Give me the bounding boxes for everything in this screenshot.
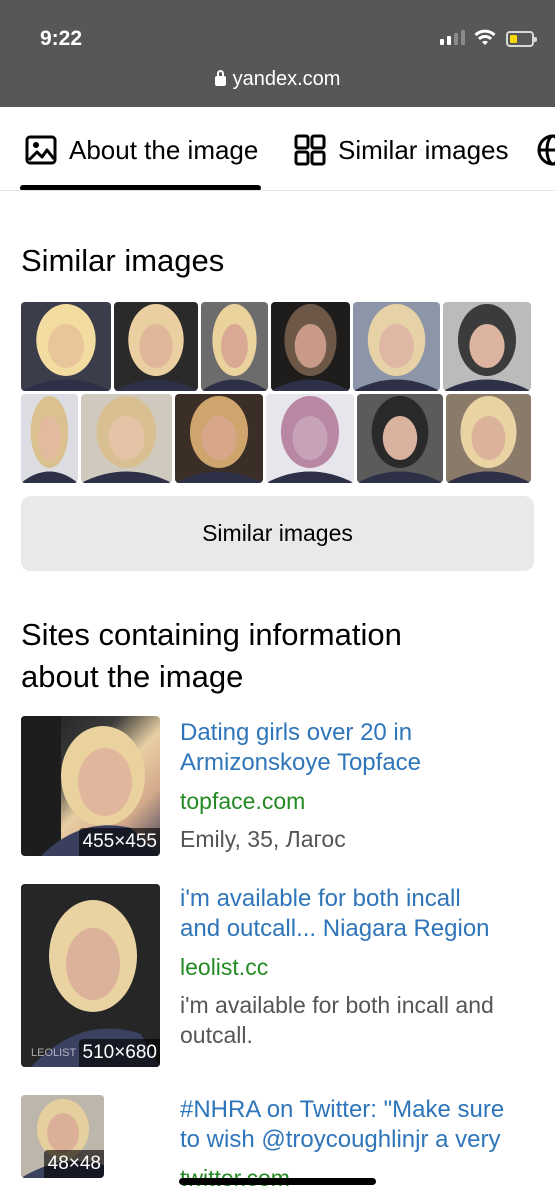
similar-image-thumbnail[interactable] bbox=[271, 302, 350, 391]
image-size-badge: 48×48 bbox=[43, 1150, 104, 1178]
similar-image-thumbnail[interactable] bbox=[21, 394, 78, 483]
portrait-illustration bbox=[81, 394, 172, 483]
result-site-url[interactable]: leolist.cc bbox=[180, 952, 535, 982]
active-tab-indicator bbox=[20, 185, 261, 190]
similar-images-heading: Similar images bbox=[21, 243, 225, 278]
result-text: Dating girls over 20 in Armizonskoye Top… bbox=[180, 718, 535, 854]
result-thumbnail[interactable]: LEOLIST 510×680 bbox=[21, 884, 160, 1067]
portrait-illustration bbox=[353, 302, 440, 391]
lock-icon bbox=[214, 70, 226, 86]
result-watermark: LEOLIST bbox=[31, 1047, 77, 1059]
similar-image-thumbnail[interactable] bbox=[114, 302, 198, 391]
similar-image-thumbnail[interactable] bbox=[81, 394, 172, 483]
portrait-illustration bbox=[201, 302, 268, 391]
tab-similar-label: Similar images bbox=[338, 134, 509, 165]
globe-icon bbox=[537, 134, 555, 166]
home-indicator bbox=[179, 1178, 376, 1185]
image-size-badge: 455×455 bbox=[78, 828, 160, 856]
result-title-link[interactable]: #NHRA on Twitter: "Make sure to wish @tr… bbox=[180, 1095, 535, 1155]
portrait-illustration bbox=[446, 394, 531, 483]
tab-bar: About the image Similar images bbox=[0, 107, 555, 191]
image-icon bbox=[25, 135, 57, 165]
portrait-illustration bbox=[114, 302, 198, 391]
tab-about-label: About the image bbox=[69, 134, 259, 165]
portrait-illustration bbox=[21, 302, 111, 391]
browser-top-bar: 9:22 yandex.com bbox=[0, 0, 555, 107]
image-size-badge: 510×680 bbox=[78, 1039, 160, 1067]
result-thumbnail[interactable]: 455×455 bbox=[21, 716, 160, 856]
similar-image-thumbnail[interactable] bbox=[353, 302, 440, 391]
status-time: 9:22 bbox=[40, 27, 83, 50]
result-title-link[interactable]: Dating girls over 20 in Armizonskoye Top… bbox=[180, 718, 535, 778]
result-description: Emily, 35, Лагос bbox=[180, 826, 346, 852]
tab-about-the-image[interactable]: About the image bbox=[24, 131, 258, 169]
url-domain: yandex.com bbox=[232, 68, 341, 90]
result-title-link[interactable]: i'm available for both incall and outcal… bbox=[180, 884, 535, 944]
similar-image-thumbnail[interactable] bbox=[201, 302, 268, 391]
result-title-line: Armizonskoye Topface bbox=[180, 749, 422, 776]
grid-icon bbox=[294, 134, 326, 166]
similar-image-thumbnail[interactable] bbox=[357, 394, 443, 483]
sites-heading-line1: Sites containing information bbox=[21, 617, 402, 652]
sites-heading-line2: about the image bbox=[21, 659, 244, 694]
result-text: i'm available for both incall and outcal… bbox=[180, 884, 535, 1050]
tab-similar-images[interactable]: Similar images bbox=[293, 131, 509, 169]
result-thumbnail[interactable]: 48×48 bbox=[21, 1095, 104, 1178]
portrait-illustration bbox=[21, 394, 78, 483]
result-site-url[interactable]: topface.com bbox=[180, 786, 535, 816]
similar-image-thumbnail[interactable] bbox=[175, 394, 263, 483]
thumbnail-row bbox=[21, 394, 531, 483]
similar-image-thumbnail[interactable] bbox=[443, 302, 531, 391]
similar-image-thumbnail[interactable] bbox=[21, 302, 111, 391]
portrait-illustration bbox=[175, 394, 263, 483]
portrait-illustration bbox=[271, 302, 350, 391]
portrait-illustration bbox=[266, 394, 354, 483]
wifi-icon bbox=[474, 29, 496, 45]
tab-globe[interactable] bbox=[536, 131, 555, 169]
portrait-illustration bbox=[357, 394, 443, 483]
result-description: i'm available for both incall and outcal… bbox=[180, 992, 494, 1048]
result-title-line: and outcall... Niagara Region bbox=[180, 915, 490, 942]
result-title-line: i'm available for both incall bbox=[180, 885, 461, 912]
url-bar[interactable]: yandex.com bbox=[0, 68, 555, 91]
result-title-line: #NHRA on Twitter: "Make sure bbox=[180, 1096, 505, 1123]
cellular-signal-icon bbox=[440, 30, 465, 45]
similar-images-button[interactable]: Similar images bbox=[21, 496, 534, 571]
similar-image-thumbnail[interactable] bbox=[446, 394, 531, 483]
portrait-illustration bbox=[443, 302, 531, 391]
sites-heading: Sites containing information about the i… bbox=[21, 614, 402, 698]
thumbnail-row bbox=[21, 302, 531, 391]
result-title-line: to wish @troycoughlinjr a very bbox=[180, 1126, 501, 1153]
similar-image-thumbnail[interactable] bbox=[266, 394, 354, 483]
result-title-line: Dating girls over 20 in bbox=[180, 719, 413, 746]
battery-icon bbox=[506, 31, 537, 47]
